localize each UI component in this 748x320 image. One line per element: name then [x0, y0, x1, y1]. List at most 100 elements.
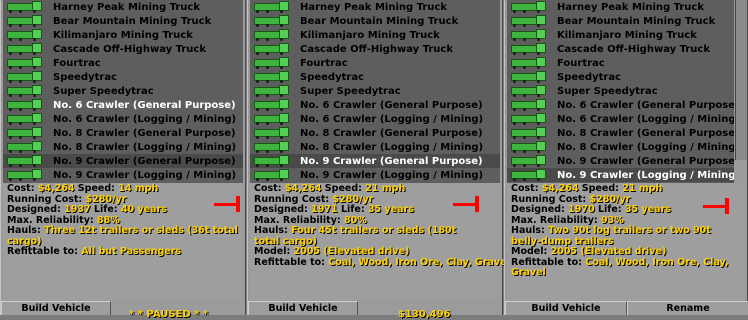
vehicle-icon	[3, 15, 49, 27]
vehicle-row[interactable]: Cascade Off-Highway Truck	[250, 42, 500, 56]
hauls-label: Hauls:	[254, 225, 288, 236]
vehicle-icon	[250, 169, 296, 181]
vehicle-icon	[250, 1, 296, 13]
vehicle-row[interactable]: No. 9 Crawler (Logging / Mining)	[3, 168, 243, 182]
build-vehicle-button[interactable]: Build Vehicle	[505, 301, 627, 315]
running-cost-label: Running Cost:	[511, 193, 587, 205]
designed-label: Designed:	[511, 204, 565, 215]
vehicle-row[interactable]: No. 6 Crawler (Logging / Mining)	[3, 112, 243, 126]
vehicle-row[interactable]: Super Speedytrac	[250, 84, 500, 98]
vehicle-icon	[250, 43, 296, 55]
vehicle-row[interactable]: Harney Peak Mining Truck	[507, 0, 734, 14]
vehicle-row[interactable]: Fourtrac	[507, 56, 734, 70]
build-vehicle-button[interactable]: Build Vehicle	[1, 301, 111, 315]
vehicle-name: Bear Mountain Mining Truck	[300, 15, 459, 27]
refittable-label: Refittable to:	[511, 256, 582, 268]
vehicle-row[interactable]: No. 6 Crawler (General Purpose)	[250, 98, 500, 112]
vehicle-row[interactable]: Cascade Off-Highway Truck	[3, 42, 243, 56]
vehicle-name: Cascade Off-Highway Truck	[300, 43, 453, 55]
model-label: Model:	[254, 246, 291, 257]
vehicle-row[interactable]: Bear Mountain Mining Truck	[3, 14, 243, 28]
vehicle-row[interactable]: Super Speedytrac	[3, 84, 243, 98]
vehicle-name: Fourtrac	[300, 57, 348, 69]
vehicle-icon	[507, 71, 553, 83]
vehicle-name: Kilimanjaro Mining Truck	[557, 29, 697, 41]
build-vehicle-label: Build Vehicle	[531, 303, 601, 314]
vehicle-name: Harney Peak Mining Truck	[557, 1, 704, 13]
vehicle-row[interactable]: No. 6 Crawler (General Purpose)	[3, 98, 243, 112]
speed-label: Speed:	[324, 183, 362, 194]
vehicle-icon	[3, 71, 49, 83]
vehicle-row[interactable]: No. 8 Crawler (Logging / Mining)	[507, 140, 734, 154]
red-annotation-mark	[453, 196, 479, 212]
life-label: Life:	[597, 204, 622, 215]
vehicle-row[interactable]: Kilimanjaro Mining Truck	[3, 28, 243, 42]
list-scrollbar[interactable]	[735, 0, 747, 160]
designed-value: 1937	[64, 204, 91, 215]
vehicle-icon	[3, 113, 49, 125]
vehicle-row[interactable]: Fourtrac	[3, 56, 243, 70]
vehicle-icon	[3, 57, 49, 69]
life-value: 35 years	[367, 204, 414, 215]
vehicle-name: No. 6 Crawler (Logging / Mining)	[53, 113, 237, 125]
vehicle-name: No. 8 Crawler (Logging / Mining)	[557, 141, 734, 153]
vehicle-icon	[3, 127, 49, 139]
vehicle-name: Harney Peak Mining Truck	[53, 1, 200, 13]
vehicle-row[interactable]: No. 8 Crawler (General Purpose)	[250, 126, 500, 140]
vehicle-name: No. 8 Crawler (General Purpose)	[557, 127, 734, 139]
vehicle-row[interactable]: Kilimanjaro Mining Truck	[250, 28, 500, 42]
vehicle-row[interactable]: No. 9 Crawler (Logging / Mining)	[507, 168, 734, 182]
model-value: 2005 (Elevated drive)	[550, 246, 667, 257]
build-vehicle-button[interactable]: Build Vehicle	[248, 301, 358, 315]
vehicle-row[interactable]: Speedytrac	[3, 70, 243, 84]
vehicle-row[interactable]: Speedytrac	[507, 70, 734, 84]
model-label: Model:	[511, 246, 548, 257]
red-annotation-mark	[214, 196, 240, 212]
vehicle-list[interactable]: Harney Peak Mining Truck Bear Mountain Mi…	[250, 0, 500, 183]
vehicle-row[interactable]: No. 8 Crawler (Logging / Mining)	[3, 140, 243, 154]
vehicle-name: No. 6 Crawler (Logging / Mining)	[300, 113, 484, 125]
vehicle-row[interactable]: Kilimanjaro Mining Truck	[507, 28, 734, 42]
cost-value: $4,264	[37, 183, 75, 194]
vehicle-row[interactable]: Bear Mountain Mining Truck	[250, 14, 500, 28]
vehicle-row[interactable]: No. 9 Crawler (General Purpose)	[250, 154, 500, 168]
designed-label: Designed:	[254, 204, 308, 215]
hauls-label: Hauls:	[511, 225, 545, 236]
life-label: Life:	[340, 204, 365, 215]
reliability-value: 93%	[601, 214, 624, 226]
vehicle-row[interactable]: Super Speedytrac	[507, 84, 734, 98]
vehicle-icon	[3, 1, 49, 13]
vehicle-row[interactable]: Harney Peak Mining Truck	[250, 0, 500, 14]
vehicle-name: Super Speedytrac	[53, 85, 154, 97]
vehicle-row[interactable]: No. 8 Crawler (General Purpose)	[3, 126, 243, 140]
vehicle-row[interactable]: Fourtrac	[250, 56, 500, 70]
vehicle-list[interactable]: Harney Peak Mining Truck Bear Mountain Mi…	[507, 0, 734, 183]
vehicle-icon	[507, 169, 553, 181]
vehicle-icon	[3, 169, 49, 181]
vehicle-row[interactable]: No. 8 Crawler (Logging / Mining)	[250, 140, 500, 154]
vehicle-row[interactable]: No. 9 Crawler (General Purpose)	[3, 154, 243, 168]
rename-button[interactable]: Rename	[627, 301, 748, 315]
refittable-label: Refittable to:	[7, 246, 78, 257]
reliability-value: 80%	[344, 214, 367, 226]
vehicle-name: Kilimanjaro Mining Truck	[300, 29, 440, 41]
vehicle-panel-2: Harney Peak Mining Truck Bear Mountain Mi…	[247, 0, 510, 320]
build-vehicle-label: Build Vehicle	[268, 303, 338, 314]
vehicle-row[interactable]: Harney Peak Mining Truck	[3, 0, 243, 14]
vehicle-row[interactable]: Speedytrac	[250, 70, 500, 84]
vehicle-row[interactable]: No. 6 Crawler (Logging / Mining)	[507, 112, 734, 126]
vehicle-row[interactable]: No. 9 Crawler (General Purpose)	[507, 154, 734, 168]
vehicle-row[interactable]: No. 6 Crawler (General Purpose)	[507, 98, 734, 112]
vehicle-row[interactable]: No. 9 Crawler (Logging / Mining)	[250, 168, 500, 182]
running-cost-value: $280/yr	[332, 193, 374, 205]
vehicle-name: No. 8 Crawler (Logging / Mining)	[53, 141, 237, 153]
vehicle-row[interactable]: No. 6 Crawler (Logging / Mining)	[250, 112, 500, 126]
vehicle-icon	[507, 141, 553, 153]
cost-label: Cost:	[7, 183, 35, 194]
vehicle-row[interactable]: No. 8 Crawler (General Purpose)	[507, 126, 734, 140]
vehicle-row[interactable]: Bear Mountain Mining Truck	[507, 14, 734, 28]
vehicle-icon	[507, 1, 553, 13]
vehicle-row[interactable]: Cascade Off-Highway Truck	[507, 42, 734, 56]
vehicle-name: No. 9 Crawler (Logging / Mining)	[557, 169, 734, 181]
vehicle-list[interactable]: Harney Peak Mining Truck Bear Mountain Mi…	[3, 0, 243, 183]
